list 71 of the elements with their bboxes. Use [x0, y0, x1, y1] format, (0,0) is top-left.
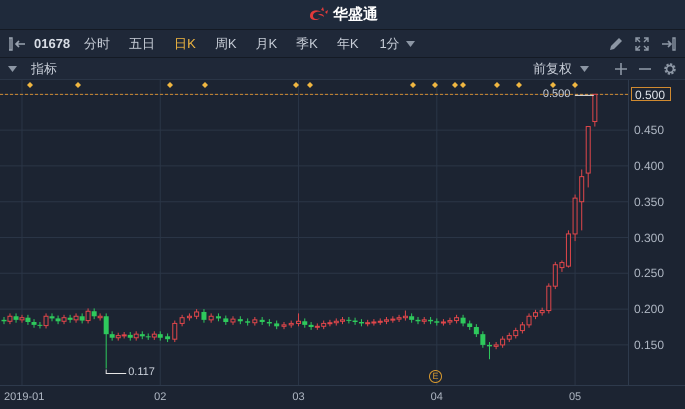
x-axis-label: 03	[292, 391, 305, 403]
y-axis-label: 0.400	[634, 158, 664, 173]
event-diamond-icon	[27, 82, 33, 88]
x-axis-label: 05	[568, 391, 582, 403]
candle	[260, 316, 265, 326]
period-tab[interactable]: 年K	[336, 34, 359, 52]
candle	[274, 320, 280, 330]
caret-icon[interactable]	[8, 66, 17, 72]
x-axis-label: 04	[430, 391, 443, 403]
event-diamond-icon	[432, 82, 438, 88]
period-tab[interactable]: 五日	[129, 34, 156, 52]
y-axis-label: 0.450	[634, 123, 664, 138]
x-axis-label: 2019-01	[4, 391, 44, 403]
settings-icon[interactable]	[663, 62, 677, 76]
logo-text: 华盛通	[333, 5, 378, 24]
event-diamond-icon	[167, 82, 173, 88]
high-price-label: 0.500	[542, 89, 570, 100]
y-axis-label: 0.200	[634, 302, 664, 316]
fullscreen-icon[interactable]	[635, 36, 649, 50]
event-diamond-icon	[550, 82, 556, 88]
y-axis-label: 0.150	[634, 338, 664, 352]
candle	[223, 315, 228, 326]
period-tab[interactable]: 分时	[84, 34, 110, 52]
event-diamond-icon	[516, 82, 522, 88]
event-diamond-icon	[494, 82, 500, 88]
adjustment-dropdown[interactable]: 前复权	[533, 60, 589, 78]
x-axis-label: 02	[154, 391, 166, 403]
event-diamond-icon	[75, 82, 81, 88]
period-tab[interactable]: 日K	[174, 34, 196, 52]
y-axis-label: 0.300	[634, 230, 664, 244]
event-diamond-icon	[410, 82, 416, 88]
candle	[216, 312, 221, 322]
event-marker[interactable]: E	[429, 370, 442, 383]
candle	[186, 312, 192, 322]
event-diamond-icon	[293, 82, 299, 88]
exit-panel-icon[interactable]	[661, 36, 677, 50]
y-axis-label: 0.350	[634, 194, 664, 209]
low-price-label: 0.117	[128, 366, 155, 377]
event-diamond-icon	[572, 82, 578, 88]
interval-dropdown[interactable]: 1分	[380, 34, 415, 52]
pencil-icon[interactable]	[609, 36, 623, 50]
leader-line	[574, 94, 594, 96]
candle	[172, 320, 178, 343]
candle	[230, 316, 236, 326]
candle	[201, 308, 206, 324]
plus-icon[interactable]	[615, 62, 627, 74]
period-tab[interactable]: 季K	[296, 34, 318, 52]
candle	[165, 332, 170, 343]
y-axis-label: 0.250	[634, 266, 664, 280]
candle	[288, 320, 294, 328]
candle	[180, 314, 185, 327]
collapse-panel-icon[interactable]	[8, 36, 26, 50]
stock-code: 01678	[34, 36, 70, 51]
candle	[252, 316, 258, 326]
leader-line	[106, 369, 127, 374]
period-tab[interactable]: 月K	[256, 34, 278, 52]
candle	[282, 322, 286, 330]
candle	[266, 318, 272, 327]
indicator-label[interactable]: 指标	[31, 60, 57, 78]
candle	[208, 312, 214, 324]
minus-icon[interactable]	[639, 68, 651, 70]
period-tab[interactable]: 周K	[214, 34, 236, 52]
caret-icon	[406, 40, 415, 46]
caret-icon	[580, 66, 589, 72]
event-diamond-icon	[202, 82, 208, 88]
logo-icon	[307, 6, 329, 22]
candle	[194, 308, 200, 320]
event-diamond-icon	[307, 82, 313, 88]
candle	[238, 316, 243, 325]
candle	[245, 318, 250, 326]
current-price-label: 0.500	[631, 87, 672, 102]
